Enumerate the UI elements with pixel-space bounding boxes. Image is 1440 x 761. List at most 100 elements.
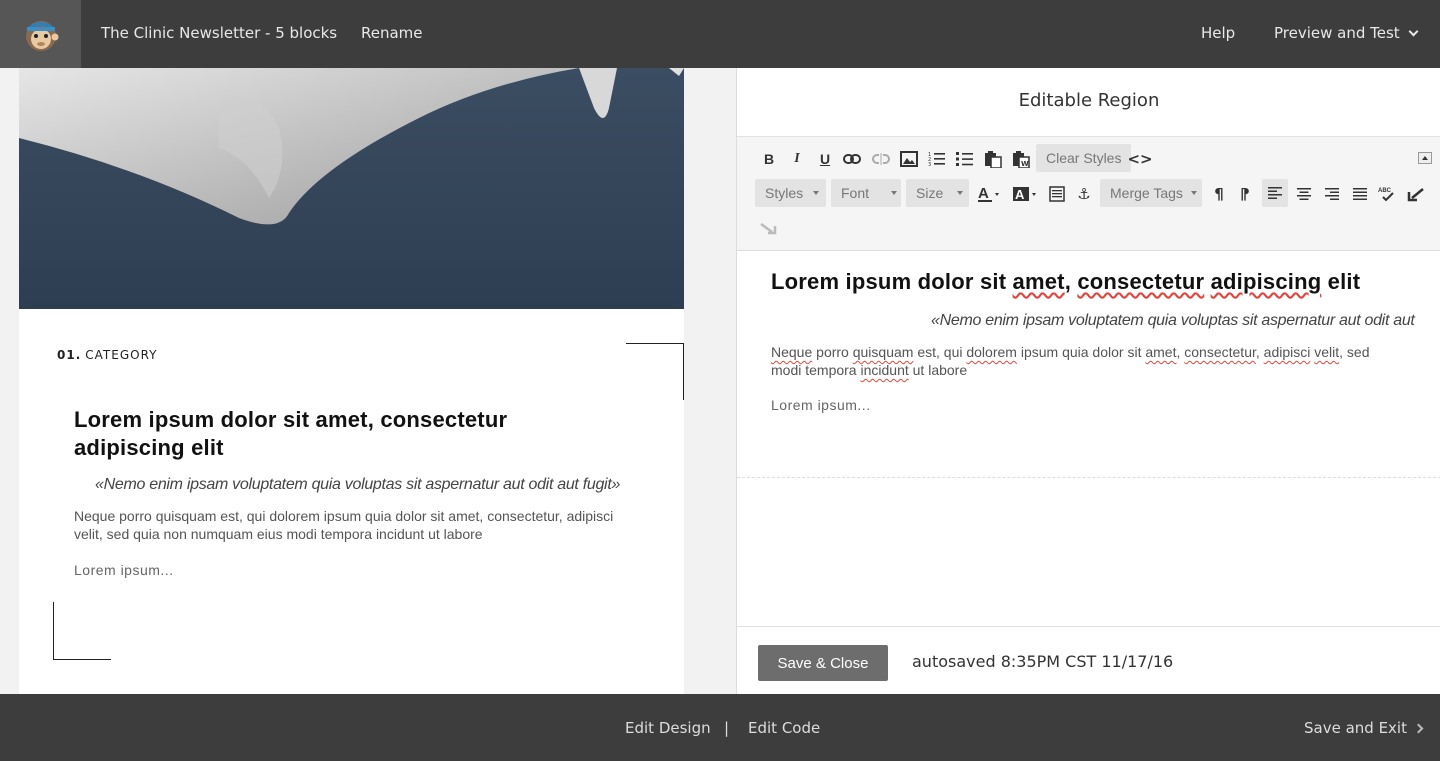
hero-image[interactable] (19, 68, 684, 309)
category-text: CATEGORY (85, 348, 158, 362)
spell-word: adipiscing (1210, 269, 1322, 294)
justify-icon[interactable] (1350, 183, 1370, 205)
preview-more: Lorem ipsum... (74, 562, 174, 578)
editor-quote: «Nemo enim ipsam voluptatem quia volupta… (931, 312, 1415, 329)
font-dropdown[interactable]: Font (831, 179, 901, 207)
save-and-exit-link[interactable]: Save and Exit (1304, 719, 1424, 737)
corner-bracket-bottom-left (53, 602, 111, 660)
svg-text:ABC: ABC (1378, 188, 1392, 194)
clear-styles-button[interactable]: Clear Styles (1036, 144, 1132, 172)
redo-icon[interactable] (757, 217, 779, 239)
spell-word: quisquam (852, 344, 914, 360)
underline-button[interactable]: U (815, 149, 835, 169)
spell-word: amet (1145, 344, 1177, 360)
svg-text:A: A (978, 185, 989, 202)
dashed-divider (737, 477, 1440, 478)
editor-panel: Editable Region B I U 123 W Clear Styles… (736, 68, 1440, 694)
collapse-toolbar-icon[interactable] (1417, 151, 1433, 165)
align-right-icon[interactable] (1322, 183, 1342, 205)
text-color-icon[interactable]: A (976, 183, 1004, 205)
caret-down-icon (957, 191, 964, 195)
spell-word: velit (1314, 344, 1340, 360)
editor-content[interactable]: Lorem ipsum dolor sit amet, consectetur … (737, 252, 1440, 477)
align-left-button[interactable] (1262, 179, 1288, 207)
font-label: Font (841, 185, 870, 201)
table-icon[interactable] (1046, 183, 1068, 205)
chevron-down-icon (1408, 26, 1419, 37)
svg-text:W: W (1021, 160, 1029, 168)
save-exit-label: Save and Exit (1304, 719, 1407, 737)
size-dropdown[interactable]: Size (906, 179, 969, 207)
spell-word: consectetur (1184, 344, 1256, 360)
mailchimp-logo[interactable] (0, 0, 81, 68)
arm-photo (19, 68, 684, 225)
anchor-icon[interactable]: ⚓ (1073, 183, 1095, 205)
paste-word-icon[interactable]: W (1010, 148, 1032, 170)
body-text: , (1255, 344, 1264, 360)
styles-dropdown[interactable]: Styles (755, 179, 826, 207)
panel-gutter (718, 68, 736, 694)
spellcheck-icon[interactable]: ABC (1377, 183, 1399, 205)
separator: | (724, 719, 730, 737)
spell-word: incidunt (860, 362, 909, 378)
save-close-button[interactable]: Save & Close (758, 645, 888, 681)
preview-body: Neque porro quisquam est, qui dolorem ip… (74, 508, 614, 542)
autosave-status: autosaved 8:35PM CST 11/17/16 (912, 652, 1174, 671)
background-color-icon[interactable]: A (1011, 183, 1041, 205)
italic-button[interactable]: I (787, 149, 807, 169)
link-icon[interactable] (841, 149, 863, 169)
bullet-list-icon[interactable] (954, 148, 976, 170)
email-preview: 01. CATEGORY Lorem ipsum dolor sit amet, … (19, 68, 684, 694)
preview-and-test-menu[interactable]: Preview and Test (1274, 24, 1419, 42)
undo-icon[interactable] (1405, 183, 1427, 205)
corner-bracket-top-right (626, 343, 684, 400)
body-text: ut labore (908, 362, 968, 378)
spell-word: consectetur (1077, 269, 1205, 294)
caret-down-icon (891, 191, 898, 195)
svg-text:A: A (1015, 187, 1025, 202)
chevron-right-icon (1413, 723, 1424, 734)
category-label: 01. CATEGORY (57, 348, 157, 362)
spell-word: amet (1012, 269, 1065, 294)
spell-word: dolorem (966, 344, 1017, 360)
image-icon[interactable] (898, 148, 920, 170)
bottom-bar: Edit Design | Edit Code Save and Exit (0, 694, 1440, 761)
body-text: porro (812, 344, 853, 360)
styles-label: Styles (765, 185, 804, 201)
campaign-title: The Clinic Newsletter - 5 blocks (101, 24, 338, 42)
size-label: Size (916, 185, 944, 201)
caret-down-icon (1190, 191, 1197, 195)
preview-quote: «Nemo enim ipsam voluptatem quia volupta… (95, 476, 621, 493)
caret-down-icon (813, 191, 820, 195)
editor-heading: Lorem ipsum dolor sit amet, consectetur … (771, 269, 1361, 294)
spell-word: Neque (771, 344, 813, 360)
merge-tags-dropdown[interactable]: Merge Tags (1100, 179, 1202, 207)
paste-icon[interactable] (982, 148, 1004, 170)
preview-heading: Lorem ipsum dolor sit amet, consectetur … (74, 407, 508, 460)
merge-tags-label: Merge Tags (1110, 185, 1183, 201)
rename-link[interactable]: Rename (361, 24, 423, 42)
spell-word: adipisci (1263, 344, 1311, 360)
paragraph-rtl-icon[interactable]: ¶ (1235, 183, 1255, 205)
preview-label: Preview and Test (1274, 24, 1400, 42)
paragraph-ltr-icon[interactable]: ¶ (1209, 183, 1229, 205)
ordered-list-icon[interactable]: 123 (926, 148, 948, 170)
panel-title: Editable Region (1018, 90, 1160, 111)
body-text: est, qui (913, 344, 967, 360)
align-left-icon (1268, 187, 1282, 199)
bold-button[interactable]: B (759, 149, 779, 169)
top-bar: The Clinic Newsletter - 5 blocks Rename … (0, 0, 1440, 68)
source-code-icon[interactable]: <> (1127, 148, 1152, 170)
edit-design-link[interactable]: Edit Design (625, 719, 711, 737)
rich-text-toolbar: B I U 123 W Clear Styles <> Styles Font … (737, 137, 1440, 251)
svg-text:3: 3 (928, 162, 931, 167)
help-link[interactable]: Help (1201, 24, 1235, 42)
monkey-icon (25, 21, 58, 51)
body-text: , sed (1339, 344, 1370, 360)
category-number: 01. (57, 348, 82, 362)
unlink-icon[interactable] (870, 149, 892, 169)
align-center-icon[interactable] (1294, 183, 1314, 205)
body-text: modi tempora (771, 362, 861, 378)
edit-code-link[interactable]: Edit Code (748, 719, 820, 737)
editor-body: Neque porro quisquam est, qui dolorem ip… (771, 343, 1440, 379)
